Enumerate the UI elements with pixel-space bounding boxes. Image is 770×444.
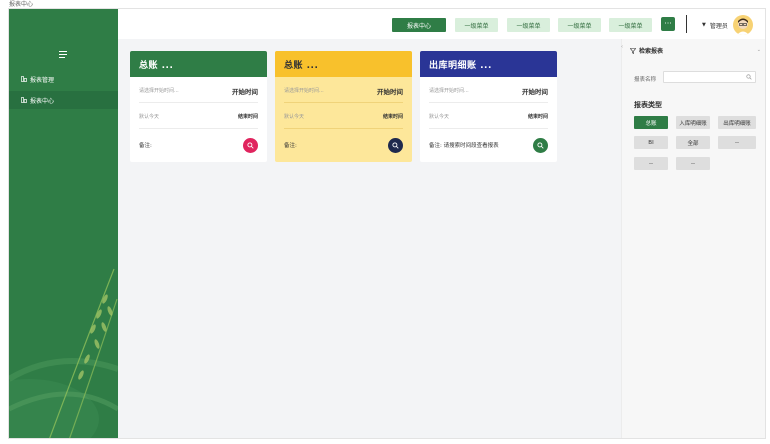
report-manage-icon	[21, 76, 27, 82]
note-label: 备注:	[284, 143, 297, 149]
window-title: 报表中心	[9, 1, 34, 8]
wheat-decoration	[9, 268, 118, 438]
report-name-input[interactable]	[663, 71, 756, 83]
end-time-row[interactable]: 默认今天 结束时间	[429, 105, 548, 129]
filter-panel: ‹ 检索报表 ⌄ 报表名称 报表类型 总账 入库明细账 出库明细账 BI 全部 …	[621, 39, 765, 438]
collapse-arrow-icon[interactable]: ‹	[621, 44, 623, 50]
sidebar-item-label: 报表管理	[30, 76, 55, 84]
start-time-label: 开始时间	[377, 87, 403, 96]
report-type-title: 报表类型	[634, 101, 662, 109]
sidebar-item-label: 报表中心	[30, 97, 55, 105]
caret-down-icon: ▼	[702, 22, 706, 28]
search-button[interactable]	[243, 137, 258, 153]
sidebar: 报表管理 报表中心	[9, 9, 118, 438]
end-time-placeholder: 默认今天	[139, 114, 160, 120]
note-row: 备注:	[139, 133, 258, 157]
more-menu-button[interactable]: ···	[661, 17, 675, 31]
start-time-row[interactable]: 请选择开始时间... 开始时间	[284, 79, 403, 103]
note-label: 备注:	[139, 143, 152, 149]
search-icon	[392, 141, 399, 149]
panel-close-icon[interactable]: ⌄	[757, 47, 761, 53]
search-button[interactable]	[533, 137, 548, 153]
start-time-label: 开始时间	[522, 87, 548, 96]
type-chip-placeholder[interactable]: --	[676, 157, 710, 170]
collapse-icon[interactable]	[59, 51, 67, 58]
end-time-label: 结束时间	[527, 114, 548, 120]
start-time-placeholder: 请选择开始时间...	[139, 88, 179, 94]
start-time-row[interactable]: 请选择开始时间... 开始时间	[429, 79, 548, 103]
note-row: 备注:	[284, 133, 403, 157]
search-icon	[746, 74, 752, 80]
top-navbar: 报表中心 一级菜单 一级菜单 一级菜单 一级菜单 ··· ▼ 管理员	[118, 9, 765, 39]
report-center-icon	[21, 97, 27, 103]
type-chip-outbound-detail[interactable]: 出库明细账	[718, 116, 756, 129]
report-card-general-ledger-2: 总账 ... 请选择开始时间... 开始时间 默认今天 结束时间 备注:	[275, 51, 412, 162]
end-time-row[interactable]: 默认今天 结束时间	[284, 105, 403, 129]
nav-button-menu-4[interactable]: 一级菜单	[609, 18, 652, 32]
card-title: 总账 ...	[275, 51, 412, 77]
sidebar-item-report-manage[interactable]: 报表管理	[9, 70, 118, 88]
card-title: 出库明细账 ...	[420, 51, 557, 77]
user-menu[interactable]: ▼ 管理员	[702, 15, 753, 35]
end-time-label: 结束时间	[382, 114, 403, 120]
panel-title: 检索报表	[630, 46, 663, 55]
type-chip-general-ledger[interactable]: 总账	[634, 116, 668, 129]
type-chip-inbound-detail[interactable]: 入库明细账	[676, 116, 710, 129]
search-icon	[537, 141, 544, 149]
nav-button-menu-1[interactable]: 一级菜单	[455, 18, 498, 32]
start-time-placeholder: 请选择开始时间...	[429, 88, 469, 94]
type-chip-bi[interactable]: BI	[634, 136, 668, 149]
note-label: 备注:	[429, 143, 442, 149]
report-card-outbound-detail: 出库明细账 ... 请选择开始时间... 开始时间 默认今天 结束时间 备注: …	[420, 51, 557, 162]
window-titlebar: 报表中心	[0, 0, 770, 8]
panel-title-text: 检索报表	[639, 48, 664, 55]
search-icon	[247, 141, 254, 149]
app-window: 报表管理 报表中心 报表中心 一级菜单 一级菜单 一级菜单 一级菜单 ··· ▼…	[8, 8, 766, 439]
type-chip-placeholder[interactable]: --	[718, 136, 756, 149]
end-time-placeholder: 默认今天	[284, 114, 305, 120]
user-name: 管理员	[709, 22, 728, 30]
note-row: 备注: 请搜索时间段查看报表	[429, 133, 548, 157]
type-chip-placeholder[interactable]: --	[634, 157, 668, 170]
end-time-row[interactable]: 默认今天 结束时间	[139, 105, 258, 129]
divider	[686, 15, 687, 33]
note-text: 请搜索时间段查看报表	[443, 143, 499, 149]
start-time-row[interactable]: 请选择开始时间... 开始时间	[139, 79, 258, 103]
filter-icon	[630, 47, 636, 54]
nav-button-menu-3[interactable]: 一级菜单	[558, 18, 601, 32]
start-time-label: 开始时间	[232, 87, 258, 96]
end-time-label: 结束时间	[237, 114, 258, 120]
type-chip-all[interactable]: 全部	[676, 136, 710, 149]
avatar[interactable]	[732, 15, 753, 35]
report-name-label: 报表名称	[634, 77, 657, 83]
sidebar-item-report-center[interactable]: 报表中心	[9, 91, 118, 109]
nav-button-report-center[interactable]: 报表中心	[392, 18, 446, 32]
card-title: 总账 ...	[130, 51, 267, 77]
end-time-placeholder: 默认今天	[429, 114, 450, 120]
start-time-placeholder: 请选择开始时间...	[284, 88, 324, 94]
search-button[interactable]	[388, 137, 403, 153]
nav-button-menu-2[interactable]: 一级菜单	[507, 18, 550, 32]
report-card-general-ledger: 总账 ... 请选择开始时间... 开始时间 默认今天 结束时间 备注:	[130, 51, 267, 162]
